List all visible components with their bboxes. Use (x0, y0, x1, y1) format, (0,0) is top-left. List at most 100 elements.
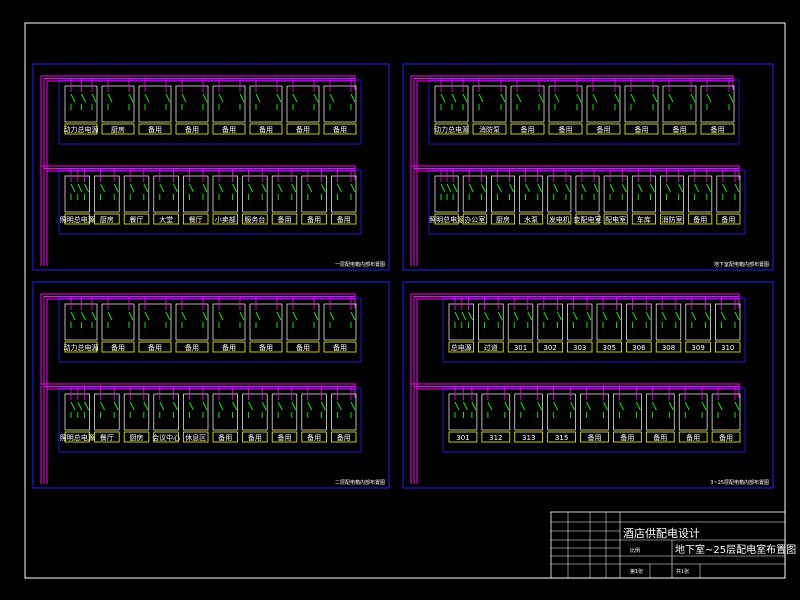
breaker-cell (678, 393, 708, 431)
breaker-unit: 照明总电源 (60, 168, 95, 225)
circuit-label: 照明总电源 (60, 433, 95, 442)
breaker-unit: 厨房 (101, 78, 135, 135)
circuit-label: 备用 (278, 215, 292, 224)
breaker-switch-symbol (188, 183, 194, 200)
breaker-switch-symbol (313, 311, 319, 328)
breaker-cell (242, 175, 268, 213)
breaker-switch-symbol (446, 183, 452, 200)
breaker-cell (242, 393, 268, 431)
breaker-switch-symbol (84, 183, 90, 200)
breaker-switch-symbol (440, 93, 446, 110)
breaker-switch-symbol (581, 183, 587, 200)
circuit-label: 厨房 (100, 215, 114, 224)
breaker-switch-symbol (668, 401, 674, 418)
panel-title: 地下室配电箱内部布置图 (714, 261, 769, 268)
breaker-switch-symbol (218, 401, 224, 418)
breaker-switch-symbol (461, 311, 467, 328)
circuit-label: 备用 (337, 433, 351, 442)
panels-layer: 一层配电箱内部布置图动力总电源 厨房 备用 备用 备用 备用 备用 备用照明总电源 厨房 餐厅 大堂… (32, 63, 774, 489)
breaker-switch-symbol (645, 311, 651, 328)
circuit-label: 备用 (111, 343, 125, 352)
bus-wire (413, 296, 740, 484)
circuit-label: 备用 (721, 215, 735, 224)
breaker-cell (575, 175, 600, 213)
breaker-cell (331, 175, 357, 213)
breaker-cell (715, 303, 741, 341)
breaker-unit: 小卖部 (212, 168, 239, 225)
breaker-cell (271, 393, 298, 431)
breaker-switch-symbol (84, 401, 90, 418)
breaker-cell (448, 393, 478, 431)
circuit-label: 照明总电源 (60, 215, 95, 224)
circuit-label: 备用 (185, 343, 199, 352)
circuit-label: 备用 (333, 125, 347, 134)
circuit-label: 备用 (673, 125, 687, 134)
breaker-switch-symbol (666, 183, 671, 200)
breaker-unit: 厨房 (123, 386, 150, 443)
breaker-switch-symbol (668, 93, 674, 110)
breaker-switch-symbol (722, 183, 728, 200)
breaker-unit: 动力总电源 (64, 296, 99, 353)
breaker-switch-symbol (592, 93, 598, 110)
circuit-label: 备用 (248, 433, 262, 442)
breaker-unit: 配电室 (603, 168, 628, 225)
breaker-cell (613, 393, 642, 431)
breaker-cell (631, 175, 656, 213)
breaker-unit: 动力总电源 (64, 78, 99, 135)
breaker-cell (331, 393, 357, 431)
panel-border (402, 281, 774, 489)
breaker-unit: 备用 (212, 386, 239, 443)
breaker-unit: 备用 (330, 386, 357, 443)
breaker-switch-symbol (172, 401, 178, 418)
breaker-unit: 备用 (662, 78, 697, 135)
breaker-switch-symbol (320, 183, 326, 200)
breaker-unit: 照明总电源 (60, 386, 95, 443)
circuit-label: 办公室 (464, 215, 485, 224)
breaker-unit: 309 (685, 296, 711, 353)
circuit-label: 备用 (597, 125, 611, 134)
breaker-switch-symbol (635, 401, 641, 418)
breaker-switch-symbol (621, 183, 627, 200)
breaker-cell (153, 393, 179, 431)
breaker-switch-symbol (218, 183, 224, 200)
breaker-switch-symbol (218, 93, 224, 110)
breaker-switch-symbol (678, 183, 684, 200)
breaker-cell (448, 303, 474, 341)
breaker-cell (580, 393, 609, 431)
breaker-switch-symbol (440, 183, 446, 200)
breaker-cell (64, 175, 90, 213)
breaker-switch-symbol (77, 401, 83, 418)
breaker-unit: 306 (626, 296, 652, 353)
bus-wire (43, 296, 356, 484)
circuit-label: 306 (632, 344, 646, 352)
breaker-switch-symbol (276, 311, 282, 328)
breaker-cell (123, 393, 150, 431)
breaker-cell (94, 175, 120, 213)
breaker-switch-symbol (336, 401, 342, 418)
breaker-switch-symbol (586, 401, 591, 418)
breaker-switch-symbol (454, 311, 460, 328)
circuit-label: 315 (555, 434, 568, 442)
bus-wire (416, 298, 740, 484)
breaker-switch-symbol (516, 93, 522, 110)
breaker-switch-symbol (527, 311, 533, 328)
breaker-unit: 备用 (301, 386, 327, 443)
breaker-switch-symbol (100, 183, 106, 200)
breaker-cell (301, 175, 327, 213)
breaker-unit: 厨房 (490, 168, 515, 225)
breaker-switch-symbol (329, 93, 335, 110)
breaker-unit: 备用 (138, 78, 172, 135)
breaker-switch-symbol (572, 311, 578, 328)
circuit-label: 餐厅 (189, 215, 203, 224)
breaker-switch-symbol (609, 183, 615, 200)
breaker-switch-symbol (471, 401, 477, 418)
breaker-cell (212, 175, 238, 213)
breaker-switch-symbol (113, 183, 119, 200)
breaker-unit: 313 (514, 386, 544, 443)
breaker-cell (271, 175, 298, 213)
circuit-label: 备用 (222, 343, 236, 352)
breaker-unit: 备用 (212, 296, 246, 353)
breaker-unit: 消防室 (660, 168, 685, 225)
circuit-label: 备用 (693, 215, 707, 224)
breaker-unit: 备用 (175, 296, 209, 353)
